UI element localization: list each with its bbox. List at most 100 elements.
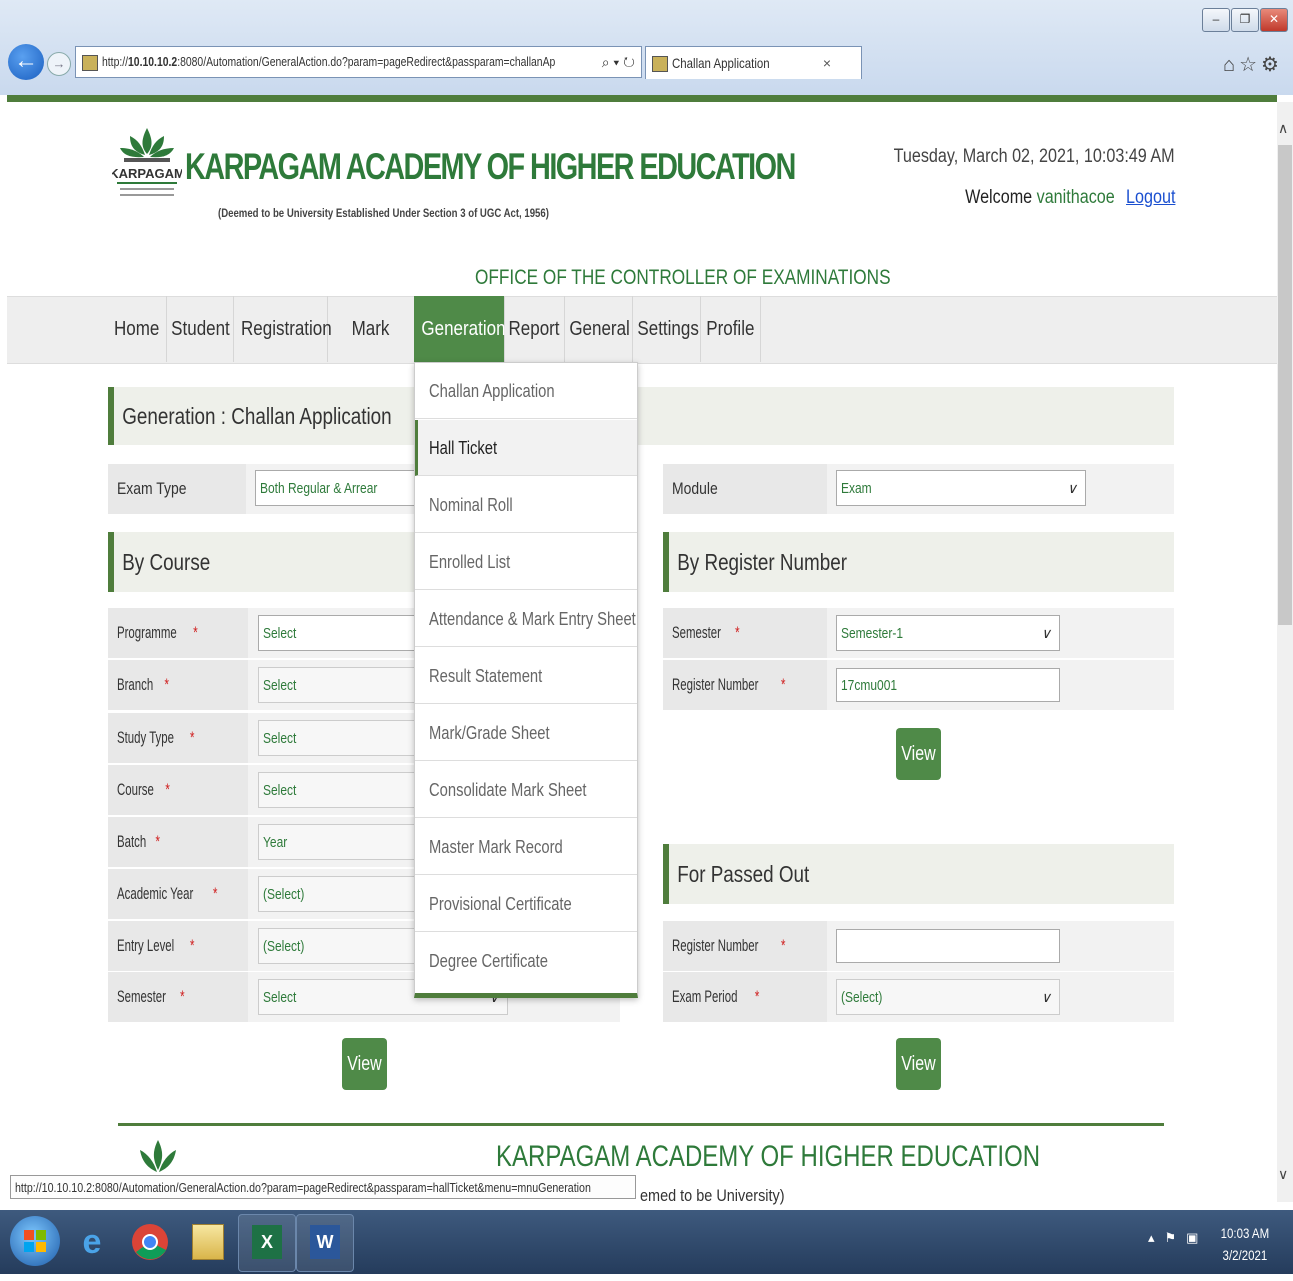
exam-period-select[interactable]: (Select) ∨ [836, 979, 1060, 1015]
batch-label: Batch * [108, 817, 248, 867]
passed-regno-input[interactable] [836, 929, 1060, 963]
exam-type-label: Exam Type [108, 464, 246, 514]
scroll-down-icon[interactable]: ∨ [1278, 1166, 1288, 1183]
system-tray-icons[interactable]: ▴⚑▣ [1148, 1230, 1208, 1246]
url-rest: :8080/Automation/GeneralAction.do?param=… [177, 54, 556, 69]
chrome-icon [132, 1224, 168, 1260]
nav-profile[interactable]: Profile [700, 296, 761, 362]
forward-button[interactable]: → [47, 52, 71, 76]
minimize-button[interactable]: – [1202, 8, 1230, 32]
menu-mark-grade-sheet[interactable]: Mark/Grade Sheet [415, 705, 637, 761]
word-taskbar-icon[interactable]: W [296, 1214, 354, 1272]
exam-period-label: Exam Period * [663, 972, 827, 1022]
course-select[interactable]: Select [258, 772, 418, 808]
welcome-area: Welcome vanithacoe Logout [965, 187, 1175, 209]
tab-close-icon[interactable]: × [823, 47, 831, 79]
folder-icon [192, 1224, 224, 1260]
module-label: Module [663, 464, 827, 514]
menu-challan-application[interactable]: Challan Application [415, 363, 637, 419]
entry-level-label: Entry Level * [108, 921, 248, 971]
branch-label: Branch * [108, 660, 248, 710]
address-bar[interactable]: http://10.10.10.2:8080/Automation/Genera… [75, 46, 642, 78]
menu-attendance-mark-entry-sheet[interactable]: Attendance & Mark Entry Sheet [415, 591, 637, 647]
start-button[interactable] [10, 1216, 60, 1266]
clock-date: 3/2/2021 [1222, 1247, 1268, 1263]
reg-number-input[interactable]: 17cmu001 [836, 668, 1060, 702]
by-register-view-button[interactable]: View [896, 728, 941, 780]
excel-icon: X [252, 1225, 282, 1259]
menu-provisional-certificate[interactable]: Provisional Certificate [415, 876, 637, 932]
page-heading: Generation : Challan Application [108, 387, 1174, 445]
logout-link[interactable]: Logout [1126, 187, 1175, 208]
branch-select[interactable]: Select [258, 667, 418, 703]
nav-mark-entry[interactable]: Mark Entry [327, 296, 415, 406]
university-title: KARPAGAM ACADEMY OF HIGHER EDUCATION [185, 146, 796, 187]
menu-master-mark-record[interactable]: Master Mark Record [415, 819, 637, 875]
footer-logo-icon [140, 1140, 176, 1172]
browser-tab[interactable]: Challan Application × [645, 46, 862, 79]
restore-button[interactable]: ❐ [1231, 8, 1259, 32]
by-register-heading: By Register Number [663, 532, 1174, 592]
course-label: Course * [108, 765, 248, 815]
close-window-button[interactable]: ✕ [1260, 8, 1288, 32]
nav-generation[interactable]: Generation [414, 296, 506, 362]
file-explorer-taskbar-icon[interactable] [180, 1214, 236, 1270]
taskbar-clock[interactable]: 10:03 AM 3/2/2021 [1220, 1222, 1269, 1266]
clock-time: 10:03 AM [1220, 1225, 1269, 1241]
passed-out-heading: For Passed Out [663, 844, 1174, 904]
scrollbar-thumb[interactable] [1278, 145, 1292, 625]
study-type-select[interactable]: Select [258, 720, 418, 756]
footer-divider [118, 1123, 1164, 1126]
study-type-label: Study Type * [108, 713, 248, 763]
chevron-down-icon: ∨ [1040, 625, 1051, 641]
menu-enrolled-list[interactable]: Enrolled List [415, 534, 637, 590]
passed-out-view-button[interactable]: View [896, 1038, 941, 1090]
username: vanithacoe [1036, 187, 1115, 208]
chevron-down-icon: ∨ [1066, 480, 1077, 496]
tab-title: Challan Application [672, 55, 770, 71]
reg-number-label: Register Number * [663, 660, 827, 710]
ie-taskbar-icon[interactable]: e [64, 1214, 120, 1270]
footer-subtitle: emed to be University) [640, 1186, 785, 1205]
home-star-gear-icon[interactable]: ⌂☆⚙ [1223, 52, 1283, 77]
programme-select[interactable]: Select [258, 615, 418, 651]
scroll-up-icon[interactable]: ∧ [1278, 120, 1288, 137]
academic-year-select[interactable]: (Select) [258, 876, 418, 912]
excel-taskbar-icon[interactable]: X [238, 1214, 296, 1272]
windows-logo-icon [24, 1230, 46, 1252]
word-icon: W [310, 1225, 340, 1259]
menu-hall-ticket[interactable]: Hall Ticket [415, 420, 637, 476]
by-course-view-button[interactable]: View [342, 1038, 387, 1090]
menu-nominal-roll[interactable]: Nominal Roll [415, 477, 637, 533]
search-refresh-icon[interactable]: ⌕ ▾ ↻ [597, 47, 635, 77]
nav-report[interactable]: Report [504, 296, 565, 362]
programme-label: Programme * [108, 608, 248, 658]
passed-regno-label: Register Number * [663, 921, 827, 971]
nav-registration[interactable]: Registration [233, 296, 332, 362]
welcome-text: Welcome [964, 187, 1032, 208]
reg-semester-select[interactable]: Semester-1 ∨ [836, 615, 1060, 651]
menu-degree-certificate[interactable]: Degree Certificate [415, 933, 637, 989]
chevron-down-icon: ∨ [1040, 989, 1051, 1005]
exam-type-select[interactable]: Both Regular & Arrear [255, 470, 415, 506]
reg-semester-label: Semester * [663, 608, 827, 658]
back-button[interactable]: ← [8, 44, 44, 80]
logo-icon: KARPAGAM [112, 128, 182, 196]
nav-general[interactable]: General [564, 296, 633, 362]
module-select[interactable]: Exam ∨ [836, 470, 1086, 506]
university-subtitle: (Deemed to be University Established Und… [218, 206, 549, 220]
current-datetime: Tuesday, March 02, 2021, 10:03:49 AM [893, 146, 1175, 167]
chrome-taskbar-icon[interactable] [122, 1214, 178, 1270]
menu-result-statement[interactable]: Result Statement [415, 648, 637, 704]
batch-select[interactable]: Year [258, 824, 418, 860]
nav-student[interactable]: Student [166, 296, 234, 362]
nav-home[interactable]: Home [108, 296, 167, 362]
menu-consolidate-mark-sheet[interactable]: Consolidate Mark Sheet [415, 762, 637, 818]
site-favicon-icon [82, 54, 98, 71]
nav-settings[interactable]: Settings [632, 296, 701, 362]
url-host: 10.10.10.2 [128, 54, 178, 69]
footer-title: KARPAGAM ACADEMY OF HIGHER EDUCATION [496, 1140, 1041, 1173]
header-bar [7, 95, 1277, 102]
generation-dropdown: Challan Application Hall Ticket Nominal … [414, 362, 638, 998]
entry-level-select[interactable]: (Select) [258, 928, 418, 964]
